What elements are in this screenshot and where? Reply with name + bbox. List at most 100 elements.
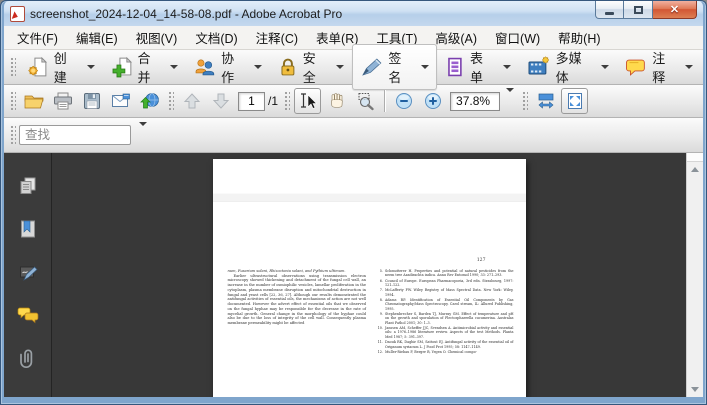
next-page-button[interactable]: [207, 88, 234, 114]
zoom-out-icon: [395, 92, 413, 110]
print-button[interactable]: [49, 88, 76, 114]
sidebar-item-attachments[interactable]: [12, 343, 44, 373]
comments-icon: [16, 304, 40, 326]
reference-item: 8.Adams RP. Identification of Essential …: [375, 298, 514, 311]
forms-label: 表单: [470, 48, 496, 86]
page-number-input[interactable]: [238, 92, 265, 111]
combine-icon: [111, 56, 133, 78]
body-paragraph: Earlier ultrastructural observations usi…: [228, 274, 367, 326]
ref-text: McLafferty FW. Wiley Registry of Mass Sp…: [385, 288, 514, 297]
close-icon: ✕: [670, 3, 679, 16]
close-button[interactable]: ✕: [653, 1, 697, 19]
window-title: screenshot_2024-12-04_14-58-08.pdf - Ado…: [30, 7, 342, 21]
select-tool-icon: [297, 91, 319, 111]
combine-button[interactable]: 合并: [103, 44, 187, 90]
pdf-app-icon: [10, 6, 25, 22]
ref-number: 5.: [375, 269, 383, 278]
open-folder-icon: [23, 91, 45, 111]
zoom-level-field[interactable]: 37.8%: [450, 92, 500, 111]
comment-button[interactable]: 注释: [617, 44, 701, 90]
pdf-page: 127 num, Fusarium solani, Rhizoctonia so…: [213, 159, 526, 397]
fit-page-button[interactable]: [561, 88, 588, 114]
marquee-zoom-icon: [355, 91, 377, 111]
ref-number: 10.: [375, 326, 383, 339]
toolbar-grip[interactable]: [167, 90, 174, 112]
printer-icon: [52, 91, 74, 111]
multimedia-button[interactable]: 多媒体: [519, 44, 618, 90]
ref-text: Muller-Riebau F, Berger B, Yegen O. Chem…: [385, 350, 514, 354]
document-pane[interactable]: 127 num, Fusarium solani, Rhizoctonia so…: [52, 153, 703, 397]
sidebar-item-bookmarks[interactable]: [12, 214, 44, 244]
upload-web-button[interactable]: [136, 88, 163, 114]
search-options-button[interactable]: [131, 121, 153, 149]
collaborate-button[interactable]: 协作: [186, 44, 270, 90]
page-gray-band: [213, 193, 526, 202]
select-tool-button[interactable]: [294, 88, 321, 114]
collaborate-icon: [194, 56, 216, 78]
vertical-scrollbar[interactable]: [686, 153, 703, 397]
toolbar-grip[interactable]: [283, 90, 290, 112]
title-bar[interactable]: screenshot_2024-12-04_14-58-08.pdf - Ado…: [4, 1, 703, 26]
chevron-down-icon: [336, 65, 344, 69]
toolbar-grip[interactable]: [9, 124, 16, 146]
sidebar-item-pages[interactable]: [12, 171, 44, 201]
sign-label: 签名: [388, 48, 414, 86]
ref-text: Schmutterer H. Properties and potential …: [385, 269, 514, 278]
sign-icon: [360, 56, 384, 78]
reference-item: 12.Muller-Riebau F, Berger B, Yegen O. C…: [375, 350, 514, 354]
ref-text: Stephenbrecher S, Barden TJ, Murray GM. …: [385, 312, 514, 325]
scroll-down-button[interactable]: [687, 382, 703, 397]
find-toolbar: [4, 118, 703, 153]
search-input[interactable]: [19, 125, 131, 145]
toolbar-grip[interactable]: [9, 90, 16, 112]
collaborate-label: 协作: [221, 48, 247, 86]
sidebar-item-signatures[interactable]: [12, 257, 44, 287]
page-total-label: /1: [268, 94, 278, 108]
minimize-button[interactable]: [595, 1, 624, 19]
acrobat-window: screenshot_2024-12-04_14-58-08.pdf - Ado…: [0, 0, 707, 405]
zoom-dropdown-button[interactable]: [500, 88, 518, 114]
ref-text: Janssen AM, Scheffer JJC, Svendsen A. An…: [385, 326, 514, 339]
toolbar-grip[interactable]: [521, 90, 528, 112]
forms-button[interactable]: 表单: [437, 44, 519, 90]
create-button[interactable]: 创建: [19, 44, 103, 90]
multimedia-label: 多媒体: [556, 48, 595, 86]
save-button[interactable]: [78, 88, 105, 114]
create-icon: [27, 56, 49, 78]
chevron-down-icon: [685, 65, 693, 69]
zoom-in-icon: [424, 92, 442, 110]
toolbar-grip[interactable]: [9, 56, 16, 78]
fit-width-icon: [536, 91, 556, 111]
reference-item: 10.Janssen AM, Scheffer JJC, Svendsen A.…: [375, 326, 514, 339]
globe-upload-icon: [139, 91, 161, 111]
zoom-out-button[interactable]: [390, 88, 417, 114]
tasks-toolbar: 创建 合并 协作: [4, 50, 703, 85]
fit-page-icon: [565, 91, 585, 111]
chevron-down-icon: [87, 65, 95, 69]
chevron-down-icon: [170, 65, 178, 69]
navigation-panel-sidebar: [4, 153, 52, 397]
maximize-button[interactable]: [624, 1, 653, 19]
previous-page-button[interactable]: [178, 88, 205, 114]
reference-item: 5.Schmutterer H. Properties and potentia…: [375, 269, 514, 278]
sign-button[interactable]: 签名: [352, 44, 438, 90]
secure-button[interactable]: 安全: [270, 44, 352, 90]
chevron-down-icon: [503, 65, 511, 69]
hand-tool-button[interactable]: [323, 88, 350, 114]
toolbar-separator: [384, 90, 385, 112]
email-button[interactable]: [107, 88, 134, 114]
create-label: 创建: [54, 48, 80, 86]
ref-number: 7.: [375, 288, 383, 297]
zoom-in-button[interactable]: [419, 88, 446, 114]
page-up-arrow-icon: [182, 91, 202, 111]
marquee-zoom-button[interactable]: [352, 88, 379, 114]
open-button[interactable]: [20, 88, 47, 114]
multimedia-icon: [527, 56, 551, 78]
fit-width-button[interactable]: [532, 88, 559, 114]
scroll-up-button[interactable]: [687, 162, 703, 177]
sidebar-item-comments[interactable]: [12, 300, 44, 330]
page-number-text: 127: [477, 258, 486, 263]
ref-text: Daouk RK, Daghir SM, Sattout EJ. Antifun…: [385, 340, 514, 349]
chevron-down-icon: [506, 88, 514, 109]
chevron-down-icon: [254, 65, 262, 69]
